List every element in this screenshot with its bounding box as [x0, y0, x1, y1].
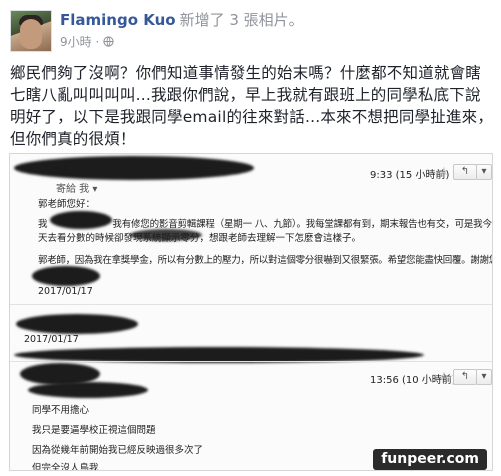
post-meta: 9小時 ·: [60, 33, 114, 50]
star-icon[interactable]: ☆: [439, 370, 449, 383]
email2-line: 同學不用擔心: [32, 405, 90, 416]
email2-line: 我只是要逼學校正視這個問題: [32, 425, 156, 436]
reply-icon: ↰: [460, 166, 470, 177]
redaction-blot: [32, 266, 100, 286]
more-button[interactable]: ▾: [476, 164, 492, 180]
email2-line: 但完全沒人鳥我: [32, 463, 99, 471]
email1-date: 2017/01/17: [38, 286, 93, 297]
post-time[interactable]: 9小時 ·: [60, 33, 99, 50]
star-icon[interactable]: ☆: [439, 165, 449, 178]
more-button[interactable]: ▾: [476, 369, 492, 385]
redaction-blot: [14, 156, 254, 180]
redaction-blot: [28, 382, 148, 398]
redaction-blot: [16, 314, 138, 334]
reply-button[interactable]: ↰: [453, 369, 477, 385]
divider: [10, 304, 492, 305]
post-header: Flamingo Kuo 新增了 3 張相片。: [60, 9, 304, 30]
email1-line: 郭老師，因為我在拿獎學金，所以有分數上的壓力，所以對這個零分很嚇到又很緊張。希望…: [38, 255, 493, 266]
redaction-blot: [130, 229, 202, 241]
email2-line: 因為從幾年前開始我已經反映過很多次了: [32, 445, 204, 456]
reply-icon: ↰: [460, 371, 470, 382]
email1-greeting: 郭老師您好：: [38, 199, 96, 210]
post-action: 新增了 3 張相片。: [179, 11, 304, 29]
author-name[interactable]: Flamingo Kuo: [60, 11, 176, 29]
redaction-blot: [50, 211, 112, 229]
divider: [10, 361, 492, 362]
avatar-face: [20, 19, 42, 49]
globe-icon: [103, 36, 114, 47]
watermark: funpeer.com: [373, 449, 487, 470]
email1-sender: 寄給 我 ▾: [56, 184, 98, 195]
post-text: 鄉民們夠了沒啊？你們知道事情發生的始末嗎？什麼都不知道就會瞎七瞎八亂叫叫叫叫..…: [10, 64, 494, 148]
email-screenshot[interactable]: 寄給 我 ▾ 9:33 (15 小時前) ☆ ↰ ▾ 郭老師您好： 我 我有修您…: [9, 153, 493, 471]
email2-date: 2017/01/17: [24, 334, 79, 345]
email1-time: 9:33 (15 小時前): [370, 170, 450, 181]
avatar[interactable]: [10, 10, 52, 52]
chevron-down-icon: ▾: [481, 371, 487, 382]
reply-button[interactable]: ↰: [453, 164, 477, 180]
chevron-down-icon: ▾: [481, 166, 487, 177]
